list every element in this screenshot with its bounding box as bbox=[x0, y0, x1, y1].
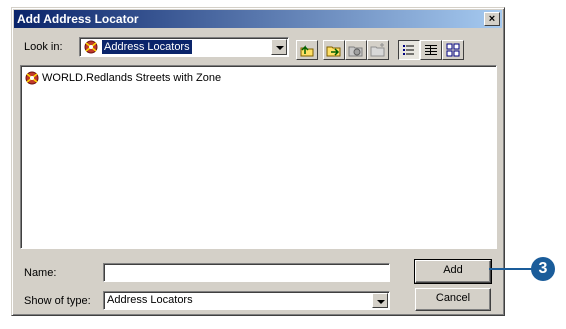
up-one-level-button[interactable] bbox=[296, 40, 318, 60]
thumbnails-view-icon bbox=[446, 43, 460, 57]
list-view-button[interactable] bbox=[398, 40, 420, 60]
address-locator-icon bbox=[25, 71, 39, 85]
list-view-icon bbox=[403, 45, 414, 55]
details-view-icon bbox=[425, 45, 437, 55]
look-in-label: Look in: bbox=[24, 41, 63, 53]
step-callout-badge: 3 bbox=[531, 257, 555, 281]
cancel-button[interactable]: Cancel bbox=[415, 288, 491, 311]
file-list[interactable]: WORLD.Redlands Streets with Zone bbox=[20, 65, 497, 249]
chevron-down-icon[interactable] bbox=[271, 39, 287, 55]
connect-folder-icon bbox=[326, 46, 341, 57]
new-folder-button[interactable] bbox=[367, 40, 389, 60]
address-locator-icon bbox=[84, 40, 98, 54]
show-of-type-value: Address Locators bbox=[107, 294, 193, 306]
look-in-value: Address Locators bbox=[102, 40, 192, 54]
show-of-type-dropdown[interactable]: Address Locators bbox=[103, 291, 390, 310]
connect-folder-button[interactable] bbox=[323, 40, 345, 60]
show-of-type-label: Show of type: bbox=[24, 295, 91, 307]
new-folder-icon bbox=[370, 43, 385, 57]
disconnect-folder-icon bbox=[348, 46, 363, 57]
thumbnails-view-button[interactable] bbox=[442, 40, 464, 60]
close-button[interactable]: × bbox=[484, 12, 500, 26]
callout-line bbox=[489, 268, 533, 270]
up-folder-icon bbox=[300, 45, 314, 57]
list-item-label: WORLD.Redlands Streets with Zone bbox=[42, 72, 222, 84]
add-button[interactable]: Add bbox=[414, 259, 492, 284]
name-field[interactable] bbox=[103, 263, 390, 282]
name-label: Name: bbox=[24, 267, 57, 279]
add-address-locator-dialog: Add Address Locator × Look in: Address L… bbox=[11, 7, 505, 316]
details-view-button[interactable] bbox=[420, 40, 442, 60]
window-title: Add Address Locator bbox=[17, 12, 139, 26]
disconnect-folder-button[interactable] bbox=[345, 40, 367, 60]
chevron-down-icon[interactable] bbox=[372, 293, 388, 308]
title-bar: Add Address Locator × bbox=[14, 10, 502, 28]
look-in-dropdown[interactable]: Address Locators bbox=[79, 37, 289, 57]
